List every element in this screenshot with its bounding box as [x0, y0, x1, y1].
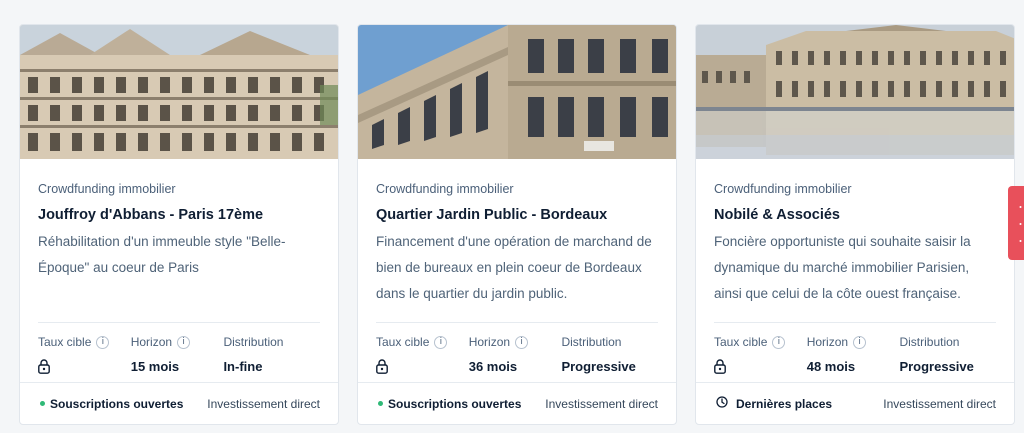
dot-icon: [40, 401, 45, 406]
distribution-label: Distribution: [899, 335, 960, 349]
project-description: Foncière opportuniste qui souhaite saisi…: [714, 234, 971, 301]
project-metrics: Taux cible i Horizon i 15 mois Distribut…: [38, 334, 320, 376]
horizon-label: Horizon: [806, 335, 849, 349]
horizon-label: Horizon: [468, 335, 511, 349]
horizon-label: Horizon: [130, 335, 173, 349]
metric-distribution: Distribution Progressive: [899, 334, 996, 376]
project-category: Crowdfunding immobilier: [376, 182, 514, 196]
horizon-value: 36 mois: [468, 359, 518, 374]
distribution-value: In-fine: [223, 359, 263, 374]
metric-distribution: Distribution Progressive: [561, 334, 658, 376]
status-badge: Souscriptions ouvertes: [378, 397, 521, 411]
horizon-value: 48 mois: [806, 359, 856, 374]
card-divider: [376, 322, 658, 323]
project-card-nobile[interactable]: Crowdfunding immobilier Nobilé & Associé…: [695, 24, 1015, 425]
project-title[interactable]: Jouffroy d'Abbans - Paris 17ème: [38, 206, 320, 224]
project-category: Crowdfunding immobilier: [38, 182, 176, 196]
status-badge: Dernières places: [716, 396, 832, 411]
metric-horizon: Horizon i 48 mois: [807, 334, 900, 376]
distribution-label: Distribution: [561, 335, 622, 349]
project-description: Réhabilitation d'un immeuble style "Bell…: [38, 234, 286, 275]
metric-distribution: Distribution In-fine: [223, 334, 320, 376]
card-footer: Dernières places Investissement direct: [696, 382, 1014, 424]
dot-icon: [378, 401, 383, 406]
status-label: Dernières places: [736, 396, 833, 411]
metric-horizon: Horizon i 36 mois: [469, 334, 562, 376]
target-rate-label: Taux cible: [714, 335, 768, 349]
lock-icon[interactable]: [376, 359, 388, 379]
info-icon[interactable]: i: [515, 335, 529, 349]
lock-icon[interactable]: [714, 359, 726, 379]
metric-target-rate: Taux cible i: [376, 334, 469, 376]
project-metrics: Taux cible i Horizon i 36 mois Distribut…: [376, 334, 658, 376]
info-icon[interactable]: i: [853, 335, 867, 349]
project-title[interactable]: Nobilé & Associés: [714, 206, 996, 224]
metric-target-rate: Taux cible i: [38, 334, 131, 376]
metric-horizon: Horizon i 15 mois: [131, 334, 224, 376]
investment-type: Investissement direct: [883, 396, 996, 411]
distribution-label: Distribution: [223, 335, 284, 349]
metric-target-rate: Taux cible i: [714, 334, 807, 376]
card-footer: Souscriptions ouvertes Investissement di…: [358, 382, 676, 424]
card-footer: Souscriptions ouvertes Investissement di…: [20, 382, 338, 424]
investment-type: Investissement direct: [545, 396, 658, 411]
tab-marks: [1019, 206, 1022, 242]
info-icon[interactable]: i: [434, 335, 448, 349]
target-rate-label: Taux cible: [38, 335, 92, 349]
target-rate-label: Taux cible: [376, 335, 430, 349]
investment-type: Investissement direct: [207, 396, 320, 411]
distribution-value: Progressive: [899, 359, 974, 374]
project-image-nobile: [696, 25, 1014, 159]
info-icon[interactable]: i: [772, 335, 786, 349]
horizon-value: 15 mois: [130, 359, 180, 374]
project-card-jardin-public[interactable]: Crowdfunding immobilier Quartier Jardin …: [357, 24, 677, 425]
project-card-jouffroy[interactable]: Crowdfunding immobilier Jouffroy d'Abban…: [19, 24, 339, 425]
project-category: Crowdfunding immobilier: [714, 182, 852, 196]
card-divider: [714, 322, 996, 323]
project-image-jardin-public: [358, 25, 676, 159]
project-title[interactable]: Quartier Jardin Public - Bordeaux: [376, 206, 658, 224]
project-metrics: Taux cible i Horizon i 48 mois Distribut…: [714, 334, 996, 376]
lock-icon[interactable]: [38, 359, 50, 379]
project-image-jouffroy: [20, 25, 338, 159]
distribution-value: Progressive: [561, 359, 636, 374]
clock-icon: [716, 396, 728, 411]
card-divider: [38, 322, 320, 323]
status-label: Souscriptions ouvertes: [50, 396, 184, 411]
info-icon[interactable]: i: [96, 335, 110, 349]
status-badge: Souscriptions ouvertes: [40, 397, 183, 411]
project-description: Financement d'une opération de marchand …: [376, 234, 652, 301]
info-icon[interactable]: i: [177, 335, 191, 349]
side-feedback-tab[interactable]: [1008, 186, 1024, 260]
status-label: Souscriptions ouvertes: [388, 396, 522, 411]
